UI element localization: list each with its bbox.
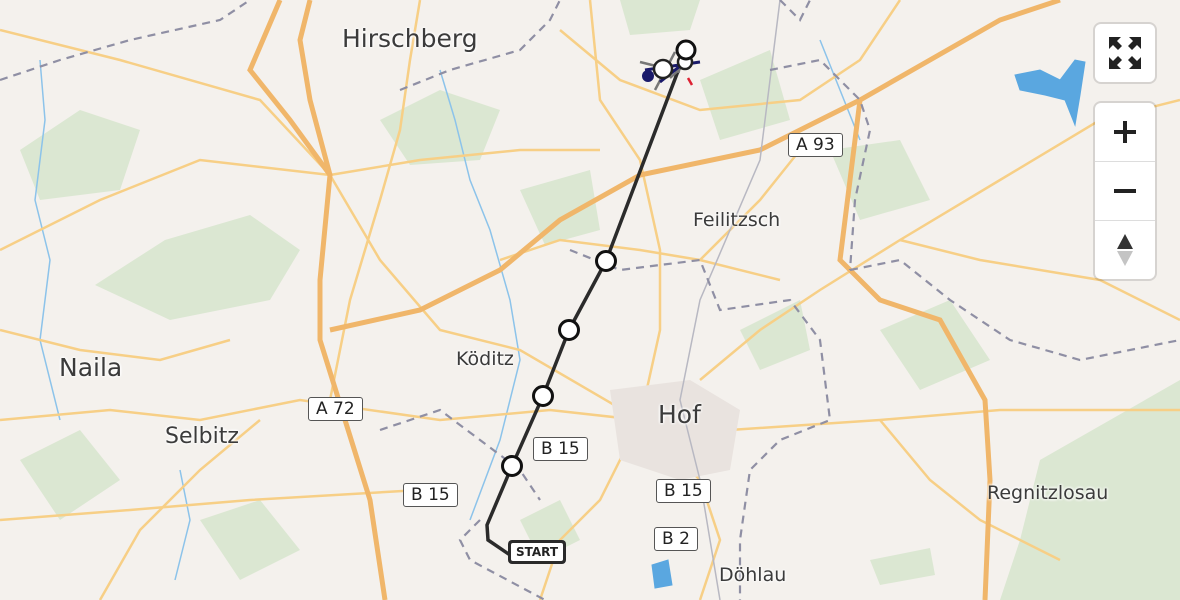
- minus-icon: [1114, 189, 1136, 193]
- route-start-marker[interactable]: START: [508, 540, 566, 564]
- route-waypoint[interactable]: [501, 455, 523, 477]
- compass-north-icon: [1117, 234, 1133, 266]
- expand-arrows-icon: [1109, 37, 1141, 69]
- road-shield-b15: B 15: [403, 483, 458, 507]
- zoom-out-button[interactable]: [1095, 161, 1155, 220]
- road-shield-b2: B 2: [654, 527, 698, 551]
- road-shield-a93: A 93: [788, 133, 843, 157]
- reset-bearing-button[interactable]: [1095, 220, 1155, 279]
- zoom-control-group: [1095, 103, 1155, 279]
- route-start-label: START: [511, 543, 563, 561]
- route-waypoint[interactable]: [532, 385, 554, 407]
- place-label-hof: Hof: [658, 400, 701, 429]
- fullscreen-control: [1095, 24, 1155, 82]
- route-end-waypoint-b: [652, 58, 674, 80]
- place-label-selbitz: Selbitz: [165, 424, 239, 449]
- route-waypoint[interactable]: [595, 250, 617, 272]
- route-waypoint[interactable]: [675, 39, 697, 61]
- place-label-feilitzsch: Feilitzsch: [693, 209, 781, 231]
- place-label-hirschberg: Hirschberg: [342, 24, 478, 53]
- place-label-regnitzlosau: Regnitzlosau: [987, 482, 1109, 504]
- place-label-dohlau: Döhlau: [719, 564, 787, 586]
- place-label-koditz: Köditz: [456, 348, 514, 370]
- route-waypoint[interactable]: [558, 319, 580, 341]
- map-canvas[interactable]: Hirschberg Feilitzsch Naila Köditz Selbi…: [0, 0, 1180, 600]
- route-layer: [485, 39, 701, 557]
- route-end-dot: [642, 70, 654, 82]
- plus-icon: [1114, 121, 1136, 143]
- fullscreen-button[interactable]: [1095, 24, 1155, 82]
- road-shield-a72: A 72: [308, 397, 363, 421]
- road-shield-b15: B 15: [533, 437, 588, 461]
- road-shield-b15: B 15: [656, 479, 711, 503]
- zoom-in-button[interactable]: [1095, 103, 1155, 161]
- place-label-naila: Naila: [59, 353, 123, 382]
